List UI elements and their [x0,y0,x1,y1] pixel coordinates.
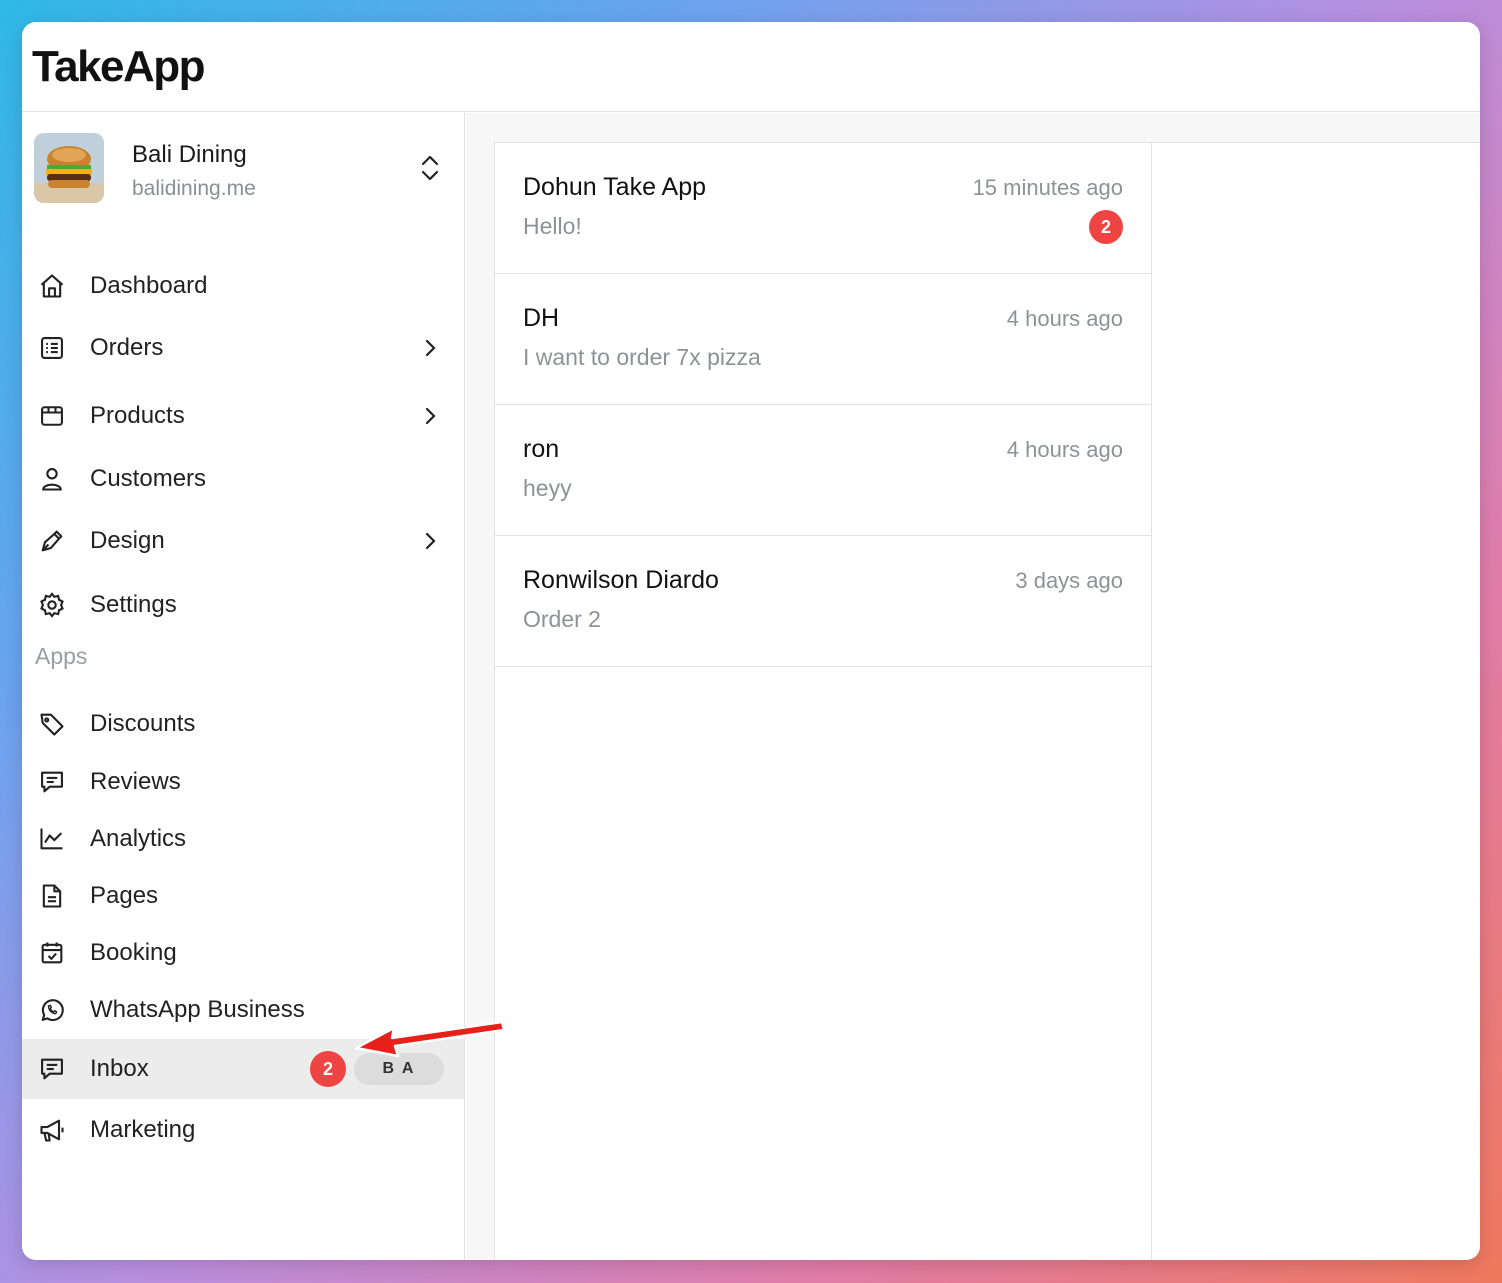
conversation-time: 3 days ago [1015,568,1123,593]
tag-icon [38,710,66,738]
app-logo[interactable]: TakeApp [32,42,206,92]
nav-label: Design [90,527,165,554]
store-switcher[interactable]: Bali Dining balidining.me [34,133,454,205]
conversation-name: ron [523,435,560,463]
nav-analytics[interactable]: Analytics [22,809,464,869]
list-icon [38,334,66,362]
nav-reviews[interactable]: Reviews [22,752,464,812]
conversation-name: DH [523,304,560,332]
box-icon [38,402,66,430]
nav-settings[interactable]: Settings [22,575,464,635]
user-icon [38,465,66,493]
document-icon [38,882,66,910]
conversation-preview: Order 2 [523,606,601,632]
sidebar: Bali Dining balidining.me Dashboard Orde… [22,113,465,1260]
conversation-item[interactable]: DH I want to order 7x pizza 4 hours ago [495,274,1151,405]
chevron-right-icon [420,529,440,553]
nav-label: Reviews [90,768,181,795]
conversation-detail-pane [1152,142,1480,1260]
nav-pages[interactable]: Pages [22,866,464,926]
annotation-arrow-icon [352,1014,508,1062]
unread-badge: 2 [310,1051,346,1087]
main-area: Dohun Take App Hello! 15 minutes ago 2 D… [466,113,1480,1260]
nav-label: Customers [90,465,207,492]
nav-customers[interactable]: Customers [22,449,464,509]
conversation-time: 4 hours ago [1006,306,1123,331]
nav-design[interactable]: Design [22,511,464,571]
conversation-preview: Hello! [523,213,582,239]
nav-label: Pages [90,882,159,909]
store-avatar [34,133,104,203]
gear-icon [38,591,66,619]
conversation-time: 4 hours ago [1006,437,1123,462]
conversation-item[interactable]: ron heyy 4 hours ago [495,405,1151,536]
nav-label: Discounts [90,710,196,737]
apps-heading: Apps [35,643,88,669]
nav-orders[interactable]: Orders [22,318,464,378]
nav-discounts[interactable]: Discounts [22,694,464,754]
nav-products[interactable]: Products [22,386,464,446]
conversation-preview: I want to order 7x pizza [523,344,761,370]
megaphone-icon [38,1116,66,1144]
nav-label: Products [90,402,185,429]
nav-label: Dashboard [90,272,208,299]
chevron-right-icon [420,404,440,428]
nav-label: WhatsApp Business [90,996,305,1023]
calendar-icon [38,939,66,967]
unread-badge: 2 [1089,210,1123,244]
conversation-preview: heyy [523,475,572,501]
store-name: Bali Dining [132,141,247,168]
conversation-name: Dohun Take App [523,173,707,201]
nav-label: Booking [90,939,177,966]
chart-icon [38,825,66,853]
whatsapp-icon [38,996,66,1024]
nav-label: Analytics [90,825,187,852]
top-bar: TakeApp [22,22,1480,112]
store-domain: balidining.me [132,177,256,200]
nav-label: Settings [90,591,177,618]
comment-icon [38,768,66,796]
home-icon [38,272,66,300]
pen-icon [38,527,66,555]
chevron-up-down-icon[interactable] [418,153,442,183]
nav-marketing[interactable]: Marketing [22,1100,464,1160]
chevron-right-icon [420,336,440,360]
conversation-time: 15 minutes ago [972,175,1123,200]
conversation-list: Dohun Take App Hello! 15 minutes ago 2 D… [494,142,1152,1260]
conversation-item[interactable]: Dohun Take App Hello! 15 minutes ago 2 [495,143,1151,274]
app-window: TakeApp Bali Dining balidining.me Dashbo… [22,22,1480,1260]
nav-label: Marketing [90,1116,196,1143]
conversation-name: Ronwilson Diardo [523,566,719,594]
chat-icon [38,1055,66,1083]
conversation-item[interactable]: Ronwilson Diardo Order 2 3 days ago [495,536,1151,667]
nav-label: Inbox [90,1055,149,1082]
nav-label: Orders [90,334,164,361]
nav-dashboard[interactable]: Dashboard [22,256,464,316]
nav-booking[interactable]: Booking [22,923,464,983]
